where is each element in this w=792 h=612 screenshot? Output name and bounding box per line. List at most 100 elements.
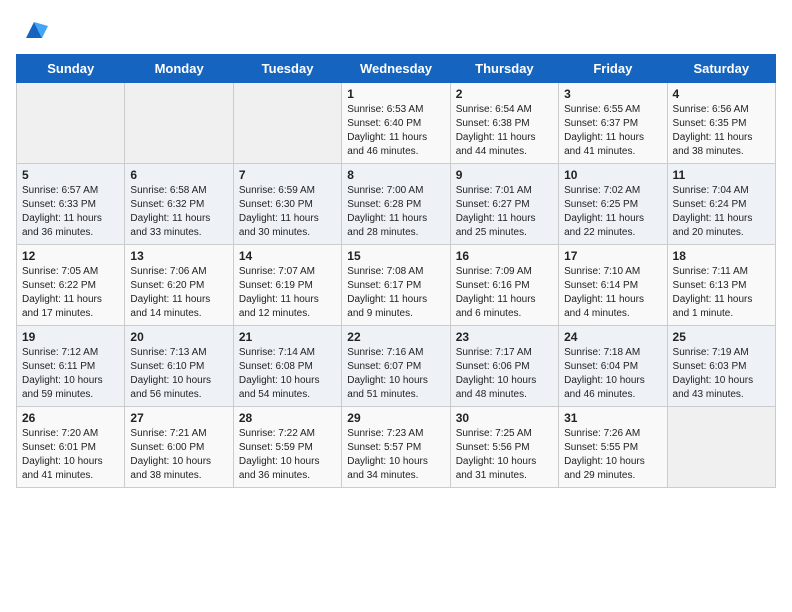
day-cell: 18 Sunrise: 7:11 AM Sunset: 6:13 PM Dayli… xyxy=(667,245,775,326)
day-info: Sunrise: 7:16 AM Sunset: 6:07 PM Dayligh… xyxy=(347,346,444,402)
day-number: 2 xyxy=(456,87,553,101)
day-number: 26 xyxy=(22,411,119,425)
day-cell: 27 Sunrise: 7:21 AM Sunset: 6:00 PM Dayli… xyxy=(125,407,233,488)
day-number: 6 xyxy=(130,168,227,182)
day-info: Sunrise: 7:25 AM Sunset: 5:56 PM Dayligh… xyxy=(456,427,553,483)
weekday-header-thursday: Thursday xyxy=(450,55,558,83)
day-cell: 12 Sunrise: 7:05 AM Sunset: 6:22 PM Dayli… xyxy=(17,245,125,326)
weekday-header-monday: Monday xyxy=(125,55,233,83)
day-info: Sunrise: 7:17 AM Sunset: 6:06 PM Dayligh… xyxy=(456,346,553,402)
day-cell: 3 Sunrise: 6:55 AM Sunset: 6:37 PM Daylig… xyxy=(559,83,667,164)
day-cell: 10Sunrise: 7:02 AM Sunset: 6:25 PM Dayli… xyxy=(559,164,667,245)
day-info: Sunrise: 6:54 AM Sunset: 6:38 PM Dayligh… xyxy=(456,103,553,159)
day-info: Sunrise: 7:01 AM Sunset: 6:27 PM Dayligh… xyxy=(456,184,553,240)
weekday-header-sunday: Sunday xyxy=(17,55,125,83)
day-number: 10 xyxy=(564,168,661,182)
day-number: 25 xyxy=(673,330,770,344)
week-row-3: 12 Sunrise: 7:05 AM Sunset: 6:22 PM Dayli… xyxy=(17,245,776,326)
day-info: Sunrise: 7:22 AM Sunset: 5:59 PM Dayligh… xyxy=(239,427,336,483)
day-number: 18 xyxy=(673,249,770,263)
day-info: Sunrise: 7:04 AM Sunset: 6:24 PM Dayligh… xyxy=(673,184,770,240)
day-info: Sunrise: 6:55 AM Sunset: 6:37 PM Dayligh… xyxy=(564,103,661,159)
day-number: 16 xyxy=(456,249,553,263)
day-cell: 14Sunrise: 7:07 AM Sunset: 6:19 PM Dayli… xyxy=(233,245,341,326)
day-cell: 4Sunrise: 6:56 AM Sunset: 6:35 PM Daylig… xyxy=(667,83,775,164)
day-cell: 13 Sunrise: 7:06 AM Sunset: 6:20 PM Dayli… xyxy=(125,245,233,326)
day-cell: 28 Sunrise: 7:22 AM Sunset: 5:59 PM Dayli… xyxy=(233,407,341,488)
day-info: Sunrise: 7:13 AM Sunset: 6:10 PM Dayligh… xyxy=(130,346,227,402)
day-number: 5 xyxy=(22,168,119,182)
day-number: 11 xyxy=(673,168,770,182)
day-cell: 5Sunrise: 6:57 AM Sunset: 6:33 PM Daylig… xyxy=(17,164,125,245)
weekday-header-saturday: Saturday xyxy=(667,55,775,83)
day-number: 27 xyxy=(130,411,227,425)
day-info: Sunrise: 7:08 AM Sunset: 6:17 PM Dayligh… xyxy=(347,265,444,321)
day-cell xyxy=(233,83,341,164)
day-number: 19 xyxy=(22,330,119,344)
day-number: 7 xyxy=(239,168,336,182)
day-cell: 25 Sunrise: 7:19 AM Sunset: 6:03 PM Dayli… xyxy=(667,326,775,407)
day-info: Sunrise: 6:59 AM Sunset: 6:30 PM Dayligh… xyxy=(239,184,336,240)
day-info: Sunrise: 7:11 AM Sunset: 6:13 PM Dayligh… xyxy=(673,265,770,321)
day-info: Sunrise: 7:19 AM Sunset: 6:03 PM Dayligh… xyxy=(673,346,770,402)
day-info: Sunrise: 7:06 AM Sunset: 6:20 PM Dayligh… xyxy=(130,265,227,321)
day-info: Sunrise: 7:14 AM Sunset: 6:08 PM Dayligh… xyxy=(239,346,336,402)
day-cell: 11 Sunrise: 7:04 AM Sunset: 6:24 PM Dayli… xyxy=(667,164,775,245)
week-row-4: 19 Sunrise: 7:12 AM Sunset: 6:11 PM Dayli… xyxy=(17,326,776,407)
day-info: Sunrise: 7:09 AM Sunset: 6:16 PM Dayligh… xyxy=(456,265,553,321)
day-number: 17 xyxy=(564,249,661,263)
day-info: Sunrise: 7:18 AM Sunset: 6:04 PM Dayligh… xyxy=(564,346,661,402)
weekday-header-wednesday: Wednesday xyxy=(342,55,450,83)
day-number: 29 xyxy=(347,411,444,425)
day-info: Sunrise: 7:21 AM Sunset: 6:00 PM Dayligh… xyxy=(130,427,227,483)
day-number: 20 xyxy=(130,330,227,344)
day-info: Sunrise: 7:12 AM Sunset: 6:11 PM Dayligh… xyxy=(22,346,119,402)
day-number: 12 xyxy=(22,249,119,263)
day-info: Sunrise: 6:53 AM Sunset: 6:40 PM Dayligh… xyxy=(347,103,444,159)
day-info: Sunrise: 7:26 AM Sunset: 5:55 PM Dayligh… xyxy=(564,427,661,483)
day-info: Sunrise: 7:00 AM Sunset: 6:28 PM Dayligh… xyxy=(347,184,444,240)
day-cell xyxy=(125,83,233,164)
logo-icon xyxy=(20,16,48,44)
calendar-container: SundayMondayTuesdayWednesdayThursdayFrid… xyxy=(0,0,792,496)
day-number: 22 xyxy=(347,330,444,344)
day-info: Sunrise: 7:10 AM Sunset: 6:14 PM Dayligh… xyxy=(564,265,661,321)
week-row-1: 1 Sunrise: 6:53 AM Sunset: 6:40 PM Daylig… xyxy=(17,83,776,164)
weekday-header-row: SundayMondayTuesdayWednesdayThursdayFrid… xyxy=(17,55,776,83)
day-cell: 17 Sunrise: 7:10 AM Sunset: 6:14 PM Dayli… xyxy=(559,245,667,326)
day-cell: 2 Sunrise: 6:54 AM Sunset: 6:38 PM Daylig… xyxy=(450,83,558,164)
day-cell: 20 Sunrise: 7:13 AM Sunset: 6:10 PM Dayli… xyxy=(125,326,233,407)
logo xyxy=(16,16,48,44)
day-number: 13 xyxy=(130,249,227,263)
day-cell: 23 Sunrise: 7:17 AM Sunset: 6:06 PM Dayli… xyxy=(450,326,558,407)
day-cell xyxy=(667,407,775,488)
day-cell: 9 Sunrise: 7:01 AM Sunset: 6:27 PM Daylig… xyxy=(450,164,558,245)
day-cell: 1 Sunrise: 6:53 AM Sunset: 6:40 PM Daylig… xyxy=(342,83,450,164)
day-number: 23 xyxy=(456,330,553,344)
day-number: 1 xyxy=(347,87,444,101)
week-row-5: 26 Sunrise: 7:20 AM Sunset: 6:01 PM Dayli… xyxy=(17,407,776,488)
day-cell: 21 Sunrise: 7:14 AM Sunset: 6:08 PM Dayli… xyxy=(233,326,341,407)
day-cell: 26 Sunrise: 7:20 AM Sunset: 6:01 PM Dayli… xyxy=(17,407,125,488)
day-number: 21 xyxy=(239,330,336,344)
day-info: Sunrise: 7:20 AM Sunset: 6:01 PM Dayligh… xyxy=(22,427,119,483)
day-cell: 16 Sunrise: 7:09 AM Sunset: 6:16 PM Dayli… xyxy=(450,245,558,326)
day-number: 15 xyxy=(347,249,444,263)
week-row-2: 5Sunrise: 6:57 AM Sunset: 6:33 PM Daylig… xyxy=(17,164,776,245)
day-cell: 6 Sunrise: 6:58 AM Sunset: 6:32 PM Daylig… xyxy=(125,164,233,245)
weekday-header-friday: Friday xyxy=(559,55,667,83)
day-number: 3 xyxy=(564,87,661,101)
day-info: Sunrise: 7:23 AM Sunset: 5:57 PM Dayligh… xyxy=(347,427,444,483)
day-number: 9 xyxy=(456,168,553,182)
day-cell: 31Sunrise: 7:26 AM Sunset: 5:55 PM Dayli… xyxy=(559,407,667,488)
day-info: Sunrise: 6:58 AM Sunset: 6:32 PM Dayligh… xyxy=(130,184,227,240)
day-number: 28 xyxy=(239,411,336,425)
day-cell: 30Sunrise: 7:25 AM Sunset: 5:56 PM Dayli… xyxy=(450,407,558,488)
weekday-header-tuesday: Tuesday xyxy=(233,55,341,83)
day-number: 8 xyxy=(347,168,444,182)
day-number: 24 xyxy=(564,330,661,344)
header xyxy=(16,16,776,44)
day-info: Sunrise: 7:05 AM Sunset: 6:22 PM Dayligh… xyxy=(22,265,119,321)
day-number: 4 xyxy=(673,87,770,101)
day-cell: 8 Sunrise: 7:00 AM Sunset: 6:28 PM Daylig… xyxy=(342,164,450,245)
